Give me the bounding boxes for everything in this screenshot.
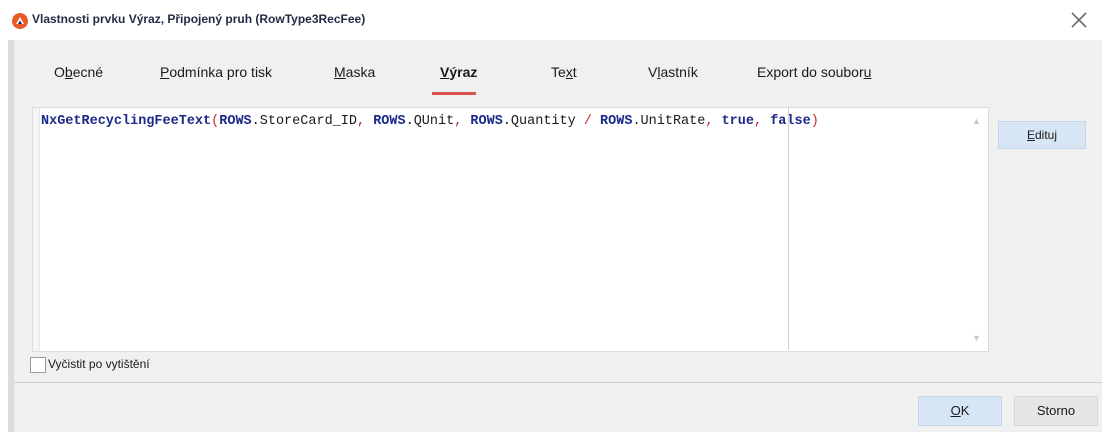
- vertical-scrollbar[interactable]: ▲ ▼: [967, 108, 986, 349]
- app-logo-icon: [12, 13, 28, 29]
- title-bar: Vlastnosti prvku Výraz, Připojený pruh (…: [0, 0, 1102, 40]
- scroll-down-icon[interactable]: ▼: [972, 333, 981, 343]
- ok-button[interactable]: OK: [918, 396, 1002, 426]
- cancel-button[interactable]: Storno: [1014, 396, 1098, 426]
- footer-divider: [14, 382, 1102, 383]
- tab-text[interactable]: Text: [551, 64, 577, 80]
- editor-margin-line: [788, 107, 789, 350]
- close-icon[interactable]: [1064, 6, 1094, 34]
- tab-bar: Obecné Podmínka pro tisk Maska Výraz Tex…: [14, 40, 1102, 96]
- expression-editor[interactable]: NxGetRecyclingFeeText(ROWS.StoreCard_ID,…: [32, 107, 989, 352]
- expression-code[interactable]: NxGetRecyclingFeeText(ROWS.StoreCard_ID,…: [41, 114, 819, 129]
- edit-button[interactable]: Edituj: [998, 121, 1086, 149]
- scroll-up-icon[interactable]: ▲: [972, 116, 981, 126]
- tab-export-do-souboru[interactable]: Export do souboru: [757, 64, 871, 80]
- editor-gutter: [33, 108, 40, 351]
- tab-vyraz[interactable]: Výraz: [440, 64, 477, 80]
- tab-vlastnik[interactable]: Vlastník: [648, 64, 698, 80]
- tab-obecne[interactable]: Obecné: [54, 64, 103, 80]
- tab-maska[interactable]: Maska: [334, 64, 375, 80]
- clear-after-print-label: Vyčistit po vytištění: [48, 357, 150, 371]
- left-border: [8, 40, 14, 432]
- clear-after-print-checkbox[interactable]: [30, 357, 46, 373]
- tab-podminka-pro-tisk[interactable]: Podmínka pro tisk: [160, 64, 272, 80]
- window-title: Vlastnosti prvku Výraz, Připojený pruh (…: [32, 12, 366, 26]
- active-tab-indicator: [432, 92, 476, 95]
